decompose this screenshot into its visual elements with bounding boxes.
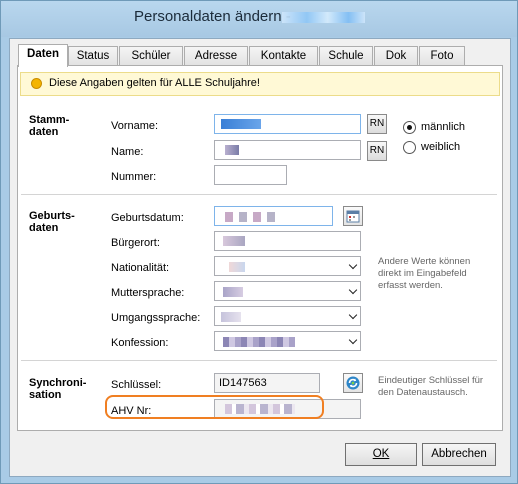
nationalitaet-label: Nationalität:	[111, 262, 170, 274]
muttersprache-select[interactable]	[214, 281, 361, 301]
info-banner: Diese Angaben gelten für ALLE Schuljahre…	[20, 72, 500, 96]
name-label: Name:	[111, 146, 144, 158]
rn-button-vorname[interactable]: RN	[367, 114, 387, 134]
daten-panel: Diese Angaben gelten für ALLE Schuljahre…	[17, 65, 503, 431]
separator-2	[21, 360, 497, 361]
schluessel-field[interactable]: ID147563	[214, 373, 320, 393]
radio-weiblich[interactable]	[403, 141, 416, 154]
window-title: Personaldaten ändern -	[134, 8, 291, 25]
radio-maennlich[interactable]	[403, 121, 416, 134]
vorname-label: Vorname:	[111, 120, 159, 132]
geburtsdaten-note: Andere Werte können direkt im Eingabefel…	[378, 256, 471, 291]
banner-text: Diese Angaben gelten für ALLE Schuljahre…	[49, 77, 260, 89]
dialog-client: Daten Status Schüler Adresse Kontakte Sc…	[9, 38, 511, 477]
cancel-button[interactable]: Abbrechen	[422, 443, 496, 466]
buergerort-value-redacted	[223, 236, 245, 246]
nummer-field[interactable]	[214, 165, 287, 185]
calendar-icon[interactable]	[343, 206, 363, 226]
ok-button[interactable]: OK	[345, 443, 417, 466]
geburtsdatum-label: Geburtsdatum:	[111, 212, 184, 224]
geburtsdatum-field[interactable]	[214, 206, 333, 226]
nummer-label: Nummer:	[111, 171, 157, 183]
tab-adresse[interactable]: Adresse	[184, 46, 248, 66]
vorname-value-redacted	[221, 119, 261, 129]
muttersprache-value-redacted	[223, 287, 243, 297]
vorname-field[interactable]	[214, 114, 361, 134]
name-field[interactable]	[214, 140, 361, 160]
tab-schueler[interactable]: Schüler	[119, 46, 183, 66]
section-stammdaten: Stamm- daten	[29, 114, 70, 138]
muttersprache-label: Muttersprache:	[111, 287, 185, 299]
konfession-label: Konfession:	[111, 337, 169, 349]
konfession-select[interactable]	[214, 331, 361, 351]
synchronisation-note: Eindeutiger Schlüssel für den Datenausta…	[378, 375, 484, 398]
warning-dot-icon	[31, 78, 42, 89]
buergerort-label: Bürgerort:	[111, 237, 160, 249]
section-geburtsdaten: Geburts- daten	[29, 210, 75, 234]
tab-foto[interactable]: Foto	[419, 46, 465, 66]
title-bar: Personaldaten ändern -	[1, 1, 517, 37]
tab-status[interactable]: Status	[68, 46, 118, 66]
name-value-redacted	[225, 145, 239, 155]
rn-button-name[interactable]: RN	[367, 141, 387, 161]
section-synchronisation: Synchroni- sation	[29, 377, 87, 401]
tab-dok[interactable]: Dok	[374, 46, 418, 66]
konfession-value-redacted	[223, 337, 295, 347]
umgangssprache-value-redacted	[221, 312, 241, 322]
nationalitaet-select[interactable]	[214, 256, 361, 276]
nationalitaet-value-redacted	[229, 262, 245, 272]
separator-1	[21, 194, 497, 195]
ok-button-label: OK	[372, 448, 390, 460]
tab-daten[interactable]: Daten	[18, 44, 68, 67]
dialog-window: Personaldaten ändern - Daten Status Schü…	[0, 0, 518, 484]
umgangssprache-select[interactable]	[214, 306, 361, 326]
sync-icon[interactable]	[343, 373, 363, 393]
umgangssprache-label: Umgangssprache:	[111, 312, 201, 324]
radio-maennlich-label: männlich	[421, 121, 466, 133]
schluessel-label: Schlüssel:	[111, 379, 162, 391]
title-redacted-name	[282, 12, 365, 23]
schluessel-highlight	[105, 395, 324, 419]
tab-kontakte[interactable]: Kontakte	[249, 46, 318, 66]
tab-schule[interactable]: Schule	[319, 46, 373, 66]
radio-weiblich-label: weiblich	[421, 141, 461, 153]
buergerort-field[interactable]	[214, 231, 361, 251]
geburtsdatum-value-redacted	[225, 212, 275, 222]
